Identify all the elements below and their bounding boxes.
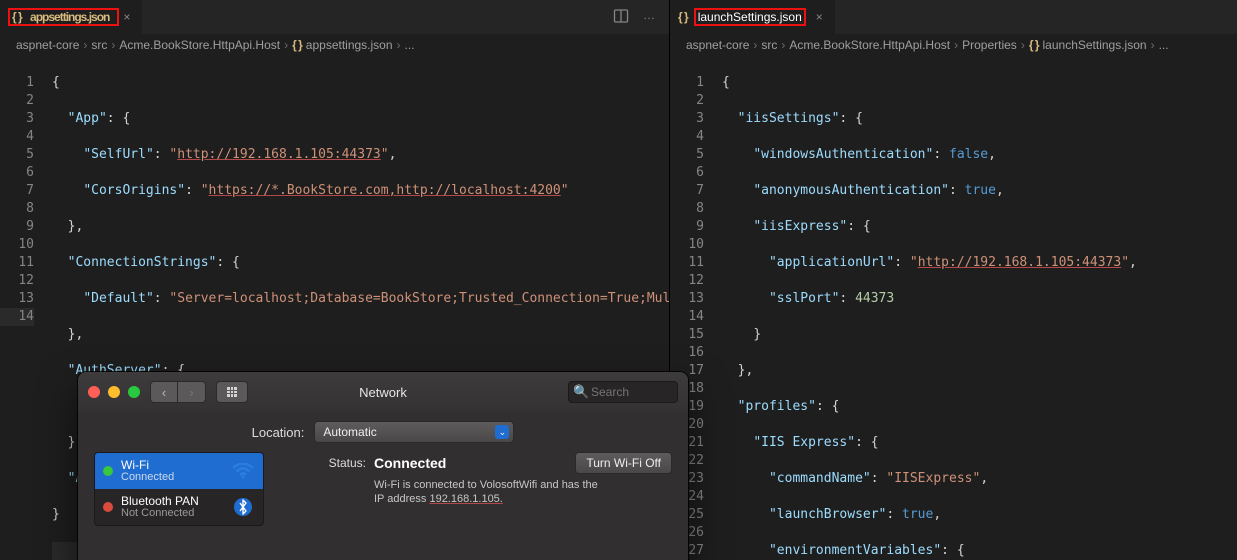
back-button[interactable]: ‹ — [150, 381, 178, 403]
close-icon[interactable]: × — [119, 10, 134, 24]
chevron-updown-icon: ⌄ — [495, 425, 509, 439]
interface-detail: Status: Connected Turn Wi-Fi Off Wi-Fi i… — [276, 452, 672, 526]
interface-list: Wi-FiConnected Bluetooth PANNot Connecte… — [94, 452, 264, 526]
tab-appsettings[interactable]: { } appsettings.json × — [0, 0, 143, 34]
status-label: Status: — [276, 456, 366, 470]
location-value: Automatic — [323, 425, 376, 439]
location-row: Location: Automatic ⌄ — [78, 412, 688, 452]
location-label: Location: — [252, 425, 305, 440]
close-icon[interactable]: × — [812, 10, 827, 24]
connection-description: Wi-Fi is connected to VolosoftWifi and h… — [374, 478, 644, 506]
tabbar: { } appsettings.json × … — [0, 0, 669, 34]
json-file-icon: { } appsettings.json — [8, 8, 119, 26]
show-all-button[interactable] — [216, 381, 248, 403]
status-dot-icon — [103, 502, 113, 512]
more-icon[interactable]: … — [643, 8, 655, 27]
editor-pane-right: { } launchSettings.json × aspnet-core› s… — [670, 0, 1237, 560]
gutter: 1234567891011121314 — [0, 56, 52, 560]
code-area[interactable]: { "iisSettings": { "windowsAuthenticatio… — [722, 56, 1237, 560]
tabbar: { } launchSettings.json × — [670, 0, 1237, 34]
tab-launchsettings[interactable]: { } launchSettings.json × — [670, 0, 836, 34]
close-window-icon[interactable] — [88, 386, 100, 398]
zoom-window-icon[interactable] — [128, 386, 140, 398]
json-file-icon: { } — [292, 38, 302, 52]
tab-actions: … — [613, 8, 669, 27]
status-value: Connected — [374, 455, 446, 471]
forward-button[interactable]: › — [178, 381, 206, 403]
wifi-icon — [231, 461, 255, 481]
breadcrumb[interactable]: aspnet-core› src› Acme.BookStore.HttpApi… — [670, 34, 1237, 56]
bluetooth-icon — [231, 497, 255, 517]
location-select[interactable]: Automatic ⌄ — [314, 421, 514, 443]
search-icon: 🔍 — [573, 384, 589, 400]
traffic-lights — [88, 386, 140, 398]
minimize-window-icon[interactable] — [108, 386, 120, 398]
editor-right[interactable]: 1234567891011121314151617181920212223242… — [670, 56, 1237, 560]
breadcrumb[interactable]: aspnet-core› src› Acme.BookStore.HttpApi… — [0, 34, 669, 56]
turn-wifi-off-button[interactable]: Turn Wi-Fi Off — [575, 452, 672, 474]
status-dot-icon — [103, 466, 113, 476]
interface-bluetooth[interactable]: Bluetooth PANNot Connected — [95, 489, 263, 525]
ip-address: 192.168.1.105. — [429, 493, 502, 505]
tab-filename: appsettings.json — [30, 10, 109, 24]
interface-wifi[interactable]: Wi-FiConnected — [95, 453, 263, 489]
network-preferences-window: ‹ › Network 🔍 Location: Automatic ⌄ Wi-F… — [78, 372, 688, 560]
tab-filename: launchSettings.json — [694, 8, 806, 26]
split-editor-icon[interactable] — [613, 8, 629, 27]
json-file-icon: { } — [1029, 38, 1039, 52]
titlebar: ‹ › Network 🔍 — [78, 372, 688, 412]
json-file-icon: { } — [678, 10, 688, 24]
